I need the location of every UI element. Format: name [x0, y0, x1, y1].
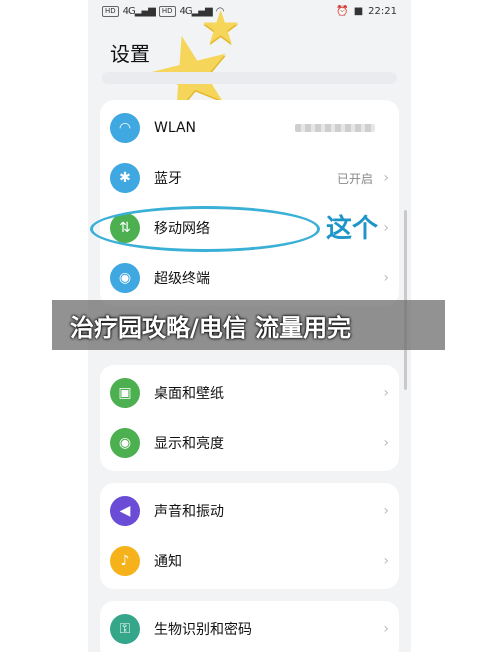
settings-item-label: WLAN [154, 120, 197, 136]
settings-item-desktop-wallpaper[interactable]: ▣ 桌面和壁纸 › [100, 368, 399, 418]
chevron-right-icon: › [383, 503, 389, 519]
bluetooth-icon: ✱ [110, 163, 140, 193]
wifi-network-name-blurred [295, 124, 375, 132]
page-title: 设置 [110, 42, 150, 66]
bell-icon: ♪ [110, 546, 140, 576]
search-bar[interactable] [102, 72, 397, 84]
settings-item-wlan[interactable]: ◠ WLAN [100, 103, 399, 153]
chevron-right-icon: › [383, 270, 389, 286]
settings-item-label: 蓝牙 [154, 171, 182, 187]
chevron-right-icon: › [383, 385, 389, 401]
wallpaper-icon: ▣ [110, 378, 140, 408]
speaker-icon: ◀ [110, 496, 140, 526]
key-icon: ⚿ [110, 614, 140, 644]
chevron-right-icon: › [383, 170, 389, 186]
watermark-banner: 治疗园攻略/电信 流量用完 [52, 300, 445, 350]
status-right: ⏰ ■ 22:21 [336, 6, 397, 17]
chevron-right-icon: › [383, 220, 389, 236]
settings-item-label: 超级终端 [154, 271, 210, 287]
settings-item-label: 显示和亮度 [154, 436, 224, 452]
settings-card-sound: ◀ 声音和振动 › ♪ 通知 › [100, 483, 399, 589]
clock-time: 22:21 [368, 6, 397, 17]
hd-badge-2: HD [158, 6, 176, 17]
settings-item-label: 通知 [154, 554, 182, 570]
settings-item-label: 声音和振动 [154, 504, 224, 520]
eye-icon: ◉ [110, 428, 140, 458]
settings-item-display-brightness[interactable]: ◉ 显示和亮度 › [100, 418, 399, 468]
chevron-right-icon: › [383, 435, 389, 451]
settings-item-label: 生物识别和密码 [154, 622, 252, 638]
handwritten-annotation: 这个 [326, 214, 379, 244]
alarm-icon: ⏰ [336, 6, 349, 17]
settings-item-notifications[interactable]: ♪ 通知 › [100, 536, 399, 586]
settings-card-network: ◠ WLAN ✱ 蓝牙 已开启 › ⇅ 移动网络 › ◉ 超级终端 › [100, 100, 399, 306]
settings-item-super-device[interactable]: ◉ 超级终端 › [100, 253, 399, 303]
settings-card-security: ⚿ 生物识别和密码 › [100, 601, 399, 652]
bluetooth-status-value: 已开启 [336, 171, 373, 186]
signal-icon: 4G▂▄▆ [122, 6, 156, 17]
battery-icon: ■ [353, 6, 364, 17]
settings-item-sound-vibration[interactable]: ◀ 声音和振动 › [100, 486, 399, 536]
settings-item-biometrics-password[interactable]: ⚿ 生物识别和密码 › [100, 604, 399, 652]
chevron-right-icon: › [383, 553, 389, 569]
status-bar: HD 4G▂▄▆ HD 4G▂▄▆ ◠ ⏰ ■ 22:21 [88, 0, 411, 26]
settings-card-display: ▣ 桌面和壁纸 › ◉ 显示和亮度 › [100, 365, 399, 471]
banner-text: 治疗园攻略/电信 流量用完 [70, 313, 352, 342]
highlight-circle-annotation [90, 206, 320, 252]
super-device-icon: ◉ [110, 263, 140, 293]
settings-item-label: 桌面和壁纸 [154, 386, 224, 402]
wifi-icon: ◠ [110, 113, 140, 143]
hd-badge: HD [102, 6, 119, 17]
chevron-right-icon: › [383, 621, 389, 637]
settings-item-bluetooth[interactable]: ✱ 蓝牙 已开启 › [100, 153, 399, 203]
